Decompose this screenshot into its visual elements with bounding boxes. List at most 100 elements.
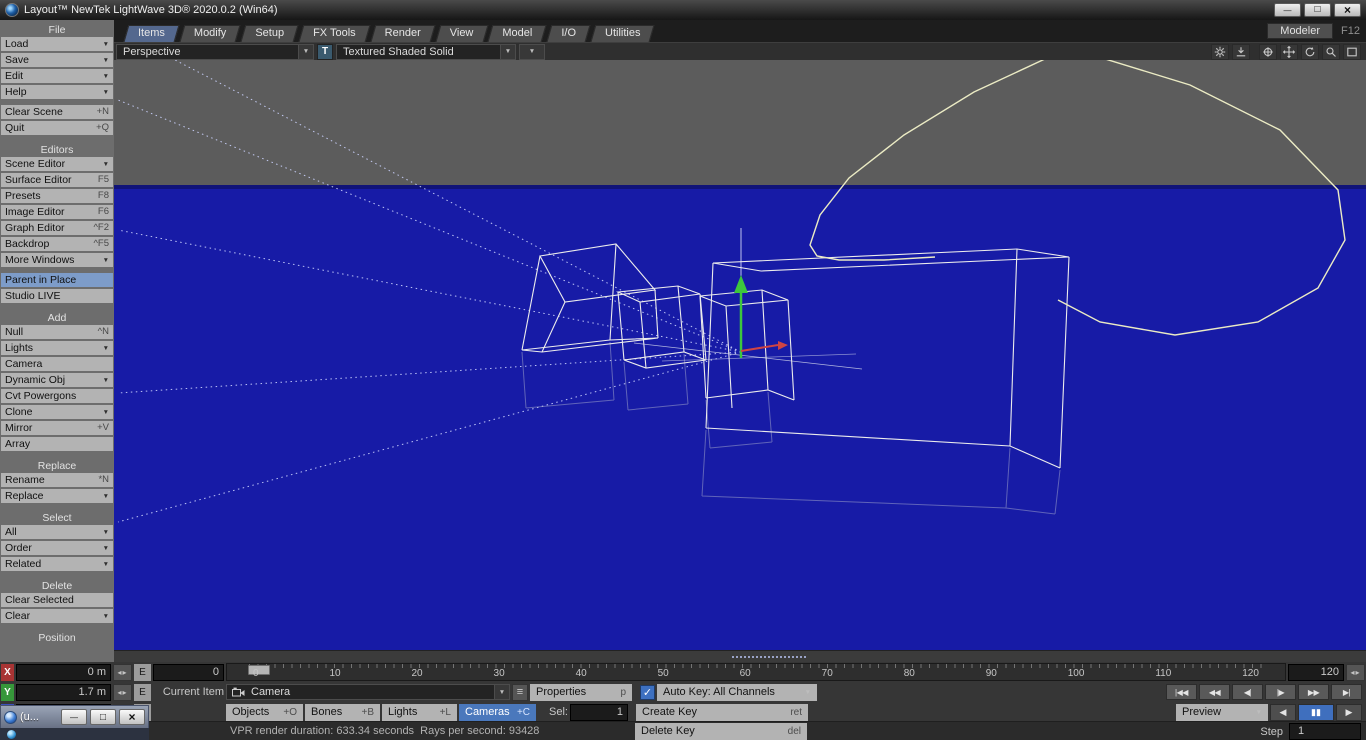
sidebar-item-rename[interactable]: Rename*N (1, 473, 113, 487)
maximize-viewport-icon[interactable] (1343, 44, 1361, 60)
taskbar-app-icon[interactable] (7, 730, 16, 739)
sidebar-item-clone[interactable]: Clone (1, 405, 113, 419)
timeline-tick: 40 (576, 667, 587, 680)
sidebar-item-image-editor[interactable]: Image EditorF6 (1, 205, 113, 219)
x-position-field[interactable]: 0 m (16, 664, 111, 681)
timeline-scrubber[interactable] (248, 665, 270, 675)
overlay-restore-button[interactable] (90, 709, 116, 725)
tab-model[interactable]: Model (490, 25, 544, 42)
play-reverse-button[interactable]: ◀ (1270, 704, 1296, 721)
gear-icon[interactable] (1211, 44, 1229, 60)
sidebar-item-edit[interactable]: Edit (1, 69, 113, 83)
x-envelope-button[interactable]: E (134, 664, 151, 681)
create-key-button[interactable]: Create Key ret (636, 704, 808, 721)
sidebar-item-presets[interactable]: PresetsF8 (1, 189, 113, 203)
sidebar-section-select: Select (0, 512, 114, 525)
next-key-button[interactable]: ▶▶ (1298, 684, 1329, 700)
view-mode-dropdown[interactable]: Perspective (116, 44, 314, 60)
previous-key-button[interactable]: ◀◀ (1199, 684, 1230, 700)
go-to-start-button[interactable]: |◀◀ (1166, 684, 1197, 700)
viewport-options-dropdown[interactable] (519, 44, 545, 60)
pan-icon[interactable] (1280, 44, 1298, 60)
end-frame-stepper[interactable] (1346, 664, 1365, 681)
auto-key-dropdown[interactable]: Auto Key: All Channels (657, 684, 817, 701)
sidebar-item-cvt-powergons[interactable]: Cvt Powergons (1, 389, 113, 403)
cameras-button[interactable]: Cameras +C (459, 704, 536, 721)
sidebar-item-null[interactable]: Null^N (1, 325, 113, 339)
tab-render[interactable]: Render (373, 25, 433, 42)
previous-frame-button[interactable]: ◀| (1232, 684, 1263, 700)
close-button[interactable] (1334, 3, 1361, 17)
play-forward-button[interactable]: ▶ (1336, 704, 1362, 721)
y-envelope-button[interactable]: E (134, 684, 151, 701)
bones-button[interactable]: Bones +B (305, 704, 380, 721)
sidebar-item-quit[interactable]: Quit+Q (1, 121, 113, 135)
chevron-down-icon (103, 84, 109, 100)
overlay-close-button[interactable] (119, 709, 145, 725)
item-list-button[interactable]: ≡ (512, 684, 528, 701)
origin-icon[interactable] (1259, 44, 1277, 60)
chevron-down-icon (103, 372, 109, 388)
timeline-tick: 70 (822, 667, 833, 680)
properties-button[interactable]: Properties p (530, 684, 632, 701)
preview-dropdown[interactable]: Preview (1176, 704, 1268, 721)
taskbar-fragment (0, 728, 149, 740)
export-icon[interactable] (1232, 44, 1250, 60)
tab-utilities[interactable]: Utilities (593, 25, 652, 42)
pause-button[interactable]: ▮▮ (1298, 704, 1334, 721)
sidebar-item-surface-editor[interactable]: Surface EditorF5 (1, 173, 113, 187)
tab-fx-tools[interactable]: FX Tools (301, 25, 368, 42)
y-position-field[interactable]: 1.7 m (16, 684, 111, 701)
sidebar-item-related[interactable]: Related (1, 557, 113, 571)
current-frame-field[interactable]: 0 (153, 664, 224, 681)
sidebar-item-graph-editor[interactable]: Graph Editor^F2 (1, 221, 113, 235)
go-to-end-button[interactable]: ▶| (1331, 684, 1362, 700)
sidebar-item-load[interactable]: Load (1, 37, 113, 51)
sidebar-item-scene-editor[interactable]: Scene Editor (1, 157, 113, 171)
sidebar-item-camera[interactable]: Camera (1, 357, 113, 371)
title-bar: Layout™ NewTek LightWave 3D® 2020.0.2 (W… (0, 0, 1366, 20)
sidebar-item-clear-scene[interactable]: Clear Scene+N (1, 105, 113, 119)
chevron-down-icon (500, 45, 515, 59)
tab-setup[interactable]: Setup (243, 25, 296, 42)
tab-view[interactable]: View (438, 25, 486, 42)
sidebar-item-backdrop[interactable]: Backdrop^F5 (1, 237, 113, 251)
rotate-view-icon[interactable] (1301, 44, 1319, 60)
tab-modify[interactable]: Modify (182, 25, 238, 42)
objects-button[interactable]: Objects +O (226, 704, 303, 721)
current-item-dropdown[interactable]: Camera (226, 684, 510, 700)
sidebar-item-clear[interactable]: Clear (1, 609, 113, 623)
overlay-minimize-button[interactable] (61, 709, 87, 725)
next-frame-button[interactable]: |▶ (1265, 684, 1296, 700)
sidebar-item-parent-in-place[interactable]: Parent in Place (1, 273, 113, 287)
app-icon (5, 3, 19, 17)
tab-items[interactable]: Items (126, 25, 177, 42)
sidebar-item-order[interactable]: Order (1, 541, 113, 555)
sidebar-item-replace[interactable]: Replace (1, 489, 113, 503)
timeline[interactable]: 0 10 20 30 40 50 60 70 80 90 100 110 120 (226, 663, 1286, 681)
sidebar-item-more-windows[interactable]: More Windows (1, 253, 113, 267)
shading-mode-dropdown[interactable]: Textured Shaded Solid (336, 44, 516, 60)
delete-key-button[interactable]: Delete Key del (635, 723, 807, 740)
sidebar-item-array[interactable]: Array (1, 437, 113, 451)
y-stepper[interactable] (113, 684, 132, 701)
sidebar-item-save[interactable]: Save (1, 53, 113, 67)
sidebar-item-help[interactable]: Help (1, 85, 113, 99)
sidebar-item-mirror[interactable]: Mirror+V (1, 421, 113, 435)
maximize-button[interactable] (1304, 3, 1331, 17)
sidebar-item-studio-live[interactable]: Studio LIVE (1, 289, 113, 303)
modeler-button[interactable]: Modeler (1267, 23, 1333, 39)
x-stepper[interactable] (113, 664, 132, 681)
sidebar-item-clear-selected[interactable]: Clear Selected (1, 593, 113, 607)
tab-io[interactable]: I/O (549, 25, 588, 42)
viewport-canvas[interactable] (114, 60, 1366, 650)
auto-key-checkbox[interactable] (640, 685, 655, 700)
sidebar-item-lights[interactable]: Lights (1, 341, 113, 355)
step-field[interactable]: 1 (1289, 723, 1361, 740)
lights-button[interactable]: Lights +L (382, 704, 457, 721)
end-frame-field[interactable]: 120 (1288, 664, 1344, 681)
zoom-icon[interactable] (1322, 44, 1340, 60)
sidebar-item-all[interactable]: All (1, 525, 113, 539)
minimize-button[interactable] (1274, 3, 1301, 17)
sidebar-item-dynamic-obj[interactable]: Dynamic Obj (1, 373, 113, 387)
